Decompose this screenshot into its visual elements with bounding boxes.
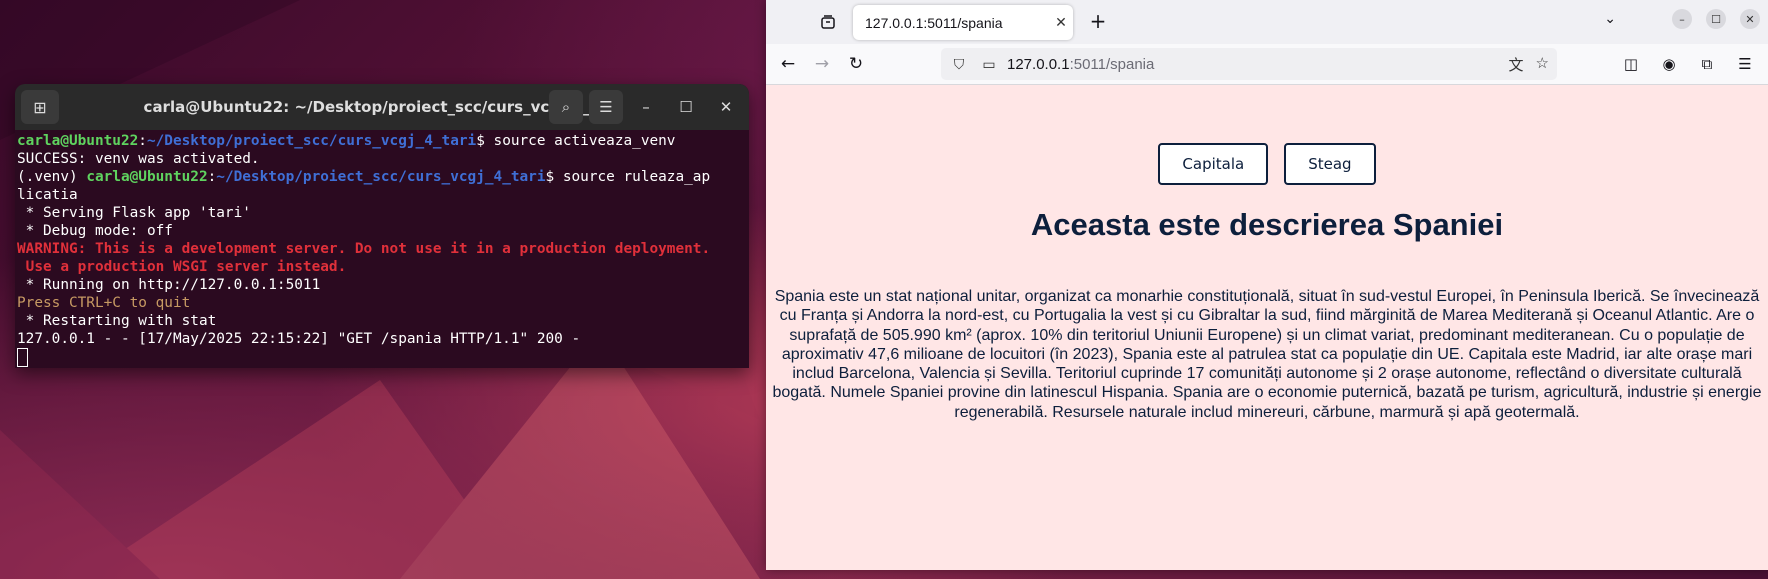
maximize-icon[interactable]: ☐ (669, 90, 703, 124)
venv-prefix: (.venv) (17, 169, 87, 185)
prompt-separator: : (138, 133, 147, 149)
reload-icon[interactable]: ↻ (841, 49, 871, 79)
output-line: * Debug mode: off (17, 223, 173, 239)
web-page-content: Capitala Steag Aceasta este descrierea S… (766, 85, 1768, 570)
extensions-icon[interactable]: ⧉ (1692, 49, 1722, 79)
address-bar[interactable]: ⛉ ▭ 127.0.0.1:5011/spania 文 ☆ (941, 48, 1557, 80)
output-line: * Running on http://127.0.0.1:5011 (17, 277, 321, 293)
browser-window[interactable]: 127.0.0.1:5011/spania ✕ + ⌄ – ☐ ✕ ← → ↻ … (766, 0, 1768, 570)
hint-line: Press CTRL+C to quit (17, 295, 191, 311)
terminal-cursor (17, 348, 28, 367)
new-tab-icon[interactable]: ⊞ (21, 90, 59, 124)
chevron-down-icon[interactable]: ⌄ (1604, 11, 1616, 27)
page-button-row: Capitala Steag (766, 143, 1768, 185)
output-line: * Serving Flask app 'tari' (17, 205, 251, 221)
tab-bar: 127.0.0.1:5011/spania ✕ + ⌄ – ☐ ✕ (766, 0, 1768, 44)
terminal-output[interactable]: carla@Ubuntu22:~/Desktop/proiect_scc/cur… (15, 130, 749, 367)
page-info-icon[interactable]: ▭ (977, 56, 1001, 73)
page-heading: Aceasta este descrierea Spaniei (1030, 207, 1504, 242)
url-host: 127.0.0.1 (1007, 55, 1070, 73)
close-icon[interactable]: ✕ (709, 90, 743, 124)
hamburger-menu-icon[interactable]: ☰ (1730, 49, 1760, 79)
search-icon[interactable]: ⌕ (549, 90, 583, 124)
close-tab-icon[interactable]: ✕ (1049, 14, 1073, 31)
forward-arrow-icon[interactable]: → (807, 49, 837, 79)
minimize-icon[interactable]: – (1672, 9, 1692, 29)
description-paragraph: Spania este un stat național unitar, org… (772, 288, 1762, 421)
new-tab-plus-icon[interactable]: + (1086, 10, 1110, 34)
translate-icon[interactable]: 文 (1509, 54, 1524, 75)
tab-active[interactable]: 127.0.0.1:5011/spania ✕ (853, 5, 1073, 40)
command-text-wrap: licatia (17, 187, 78, 203)
account-icon[interactable]: ◉ (1654, 49, 1684, 79)
bookmark-star-icon[interactable]: ☆ (1536, 54, 1549, 75)
maximize-icon[interactable]: ☐ (1706, 9, 1726, 29)
close-icon[interactable]: ✕ (1740, 9, 1760, 29)
back-arrow-icon[interactable]: ← (773, 49, 803, 79)
output-line: * Restarting with stat (17, 313, 217, 329)
steag-button[interactable]: Steag (1284, 143, 1376, 185)
request-log-line: 127.0.0.1 - - [17/May/2025 22:15:22] "GE… (17, 331, 581, 347)
warning-line: Use a production WSGI server instead. (17, 259, 347, 275)
minimize-icon[interactable]: – (629, 90, 663, 124)
tab-title: 127.0.0.1:5011/spania (865, 14, 1003, 31)
firefox-view-icon[interactable] (816, 10, 840, 34)
prompt-path: ~/Desktop/proiect_scc/curs_vcgj_4_tari (216, 169, 546, 185)
command-text: $ source activeaza_venv (476, 133, 676, 149)
prompt-user: carla@Ubuntu22 (86, 169, 208, 185)
navigation-bar: ← → ↻ ⛉ ▭ 127.0.0.1:5011/spania 文 ☆ ◫ ◉ … (766, 44, 1768, 85)
pocket-icon[interactable]: ◫ (1616, 49, 1646, 79)
terminal-window[interactable]: ⊞ carla@Ubuntu22: ~/Desktop/proiect_scc/… (15, 84, 749, 368)
prompt-user: carla@Ubuntu22 (17, 133, 139, 149)
command-text: $ source ruleaza_ap (545, 169, 711, 185)
shield-icon[interactable]: ⛉ (947, 56, 971, 73)
output-line: SUCCESS: venv was activated. (17, 151, 260, 167)
prompt-path: ~/Desktop/proiect_scc/curs_vcgj_4_tari (146, 133, 477, 149)
warning-line: WARNING: This is a development server. D… (17, 241, 711, 257)
prompt-separator: : (207, 169, 217, 185)
capitala-button[interactable]: Capitala (1158, 143, 1269, 185)
terminal-titlebar[interactable]: ⊞ carla@Ubuntu22: ~/Desktop/proiect_scc/… (15, 84, 749, 130)
url-path: :5011/spania (1069, 55, 1155, 73)
hamburger-menu-icon[interactable]: ☰ (589, 90, 623, 124)
